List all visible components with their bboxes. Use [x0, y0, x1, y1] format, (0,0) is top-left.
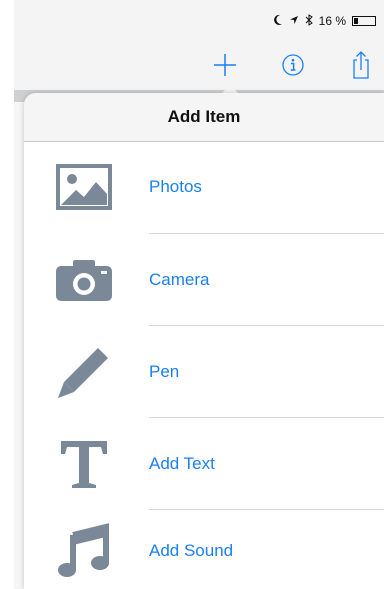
camera-icon — [52, 252, 116, 308]
status-bar: 16 % — [14, 0, 384, 42]
music-note-icon — [52, 523, 116, 579]
photo-icon — [52, 159, 116, 215]
add-item-popover: Add Item Photos Camera Pen Add Text Add … — [24, 93, 384, 589]
menu-item-label: Photos — [149, 177, 202, 196]
share-icon[interactable] — [344, 48, 378, 82]
menu-item-add-sound[interactable]: Add Sound — [24, 505, 384, 589]
menu-item-camera[interactable]: Camera — [24, 234, 384, 326]
status-icons: 16 % — [273, 13, 376, 29]
battery-percent: 16 % — [318, 14, 346, 28]
menu-item-label: Camera — [149, 270, 210, 289]
text-icon — [52, 436, 116, 492]
left-edge — [0, 0, 14, 589]
bluetooth-icon — [305, 13, 313, 29]
menu-item-add-text[interactable]: Add Text — [24, 418, 384, 510]
battery-icon — [352, 16, 376, 26]
menu-item-label: Add Sound — [149, 541, 234, 560]
toolbar — [14, 42, 384, 90]
menu-item-pen[interactable]: Pen — [24, 326, 384, 418]
location-arrow-icon — [289, 14, 299, 28]
info-icon[interactable] — [276, 48, 310, 82]
pen-icon — [52, 344, 116, 400]
moon-icon — [273, 14, 283, 29]
menu-item-photos[interactable]: Photos — [24, 141, 384, 233]
add-icon[interactable] — [208, 48, 242, 82]
popover-title: Add Item — [24, 93, 384, 142]
menu-item-label: Add Text — [149, 454, 215, 473]
menu-item-label: Pen — [149, 362, 180, 381]
